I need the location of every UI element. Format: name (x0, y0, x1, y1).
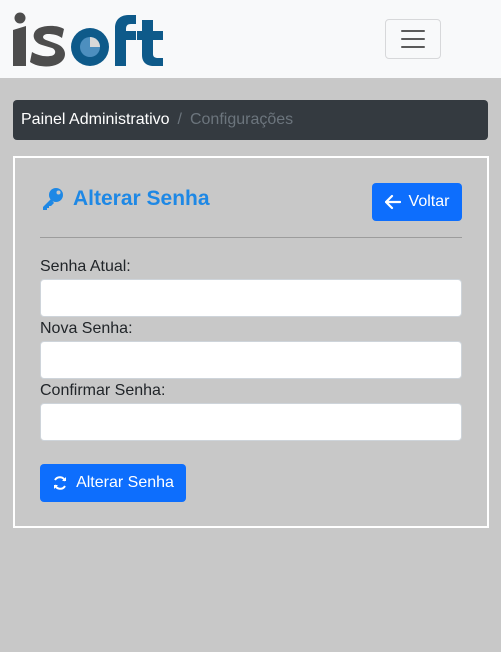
isoft-logo[interactable] (12, 12, 167, 68)
arrow-left-icon (384, 194, 401, 210)
confirm-password-input[interactable] (40, 403, 462, 441)
navbar-toggle-button[interactable] (385, 19, 441, 59)
confirm-password-label: Confirmar Senha: (40, 382, 166, 399)
card-title: Alterar Senha (41, 184, 210, 214)
current-password-label: Senha Atual: (40, 258, 131, 275)
key-icon (43, 188, 63, 210)
change-password-button[interactable]: Alterar Senha (40, 464, 186, 502)
new-password-label: Nova Senha: (40, 320, 133, 337)
back-button-label: Voltar (408, 193, 450, 210)
navbar (0, 0, 501, 78)
breadcrumb-home-link[interactable]: Painel Administrativo (21, 111, 170, 129)
refresh-icon (54, 476, 67, 490)
breadcrumb: Painel Administrativo / Configurações (13, 100, 488, 140)
breadcrumb-separator: / (177, 111, 182, 128)
back-button[interactable]: Voltar (372, 183, 462, 221)
new-password-input[interactable] (40, 341, 462, 379)
change-password-card: Alterar Senha Voltar Senha Atual: Nova S… (13, 156, 489, 528)
breadcrumb-current: Configurações (189, 111, 294, 128)
hamburger-icon (401, 30, 425, 32)
card-title-text: Alterar Senha (73, 187, 210, 210)
change-password-button-label: Alterar Senha (76, 474, 174, 491)
card-divider (40, 237, 462, 238)
current-password-input[interactable] (40, 279, 462, 317)
